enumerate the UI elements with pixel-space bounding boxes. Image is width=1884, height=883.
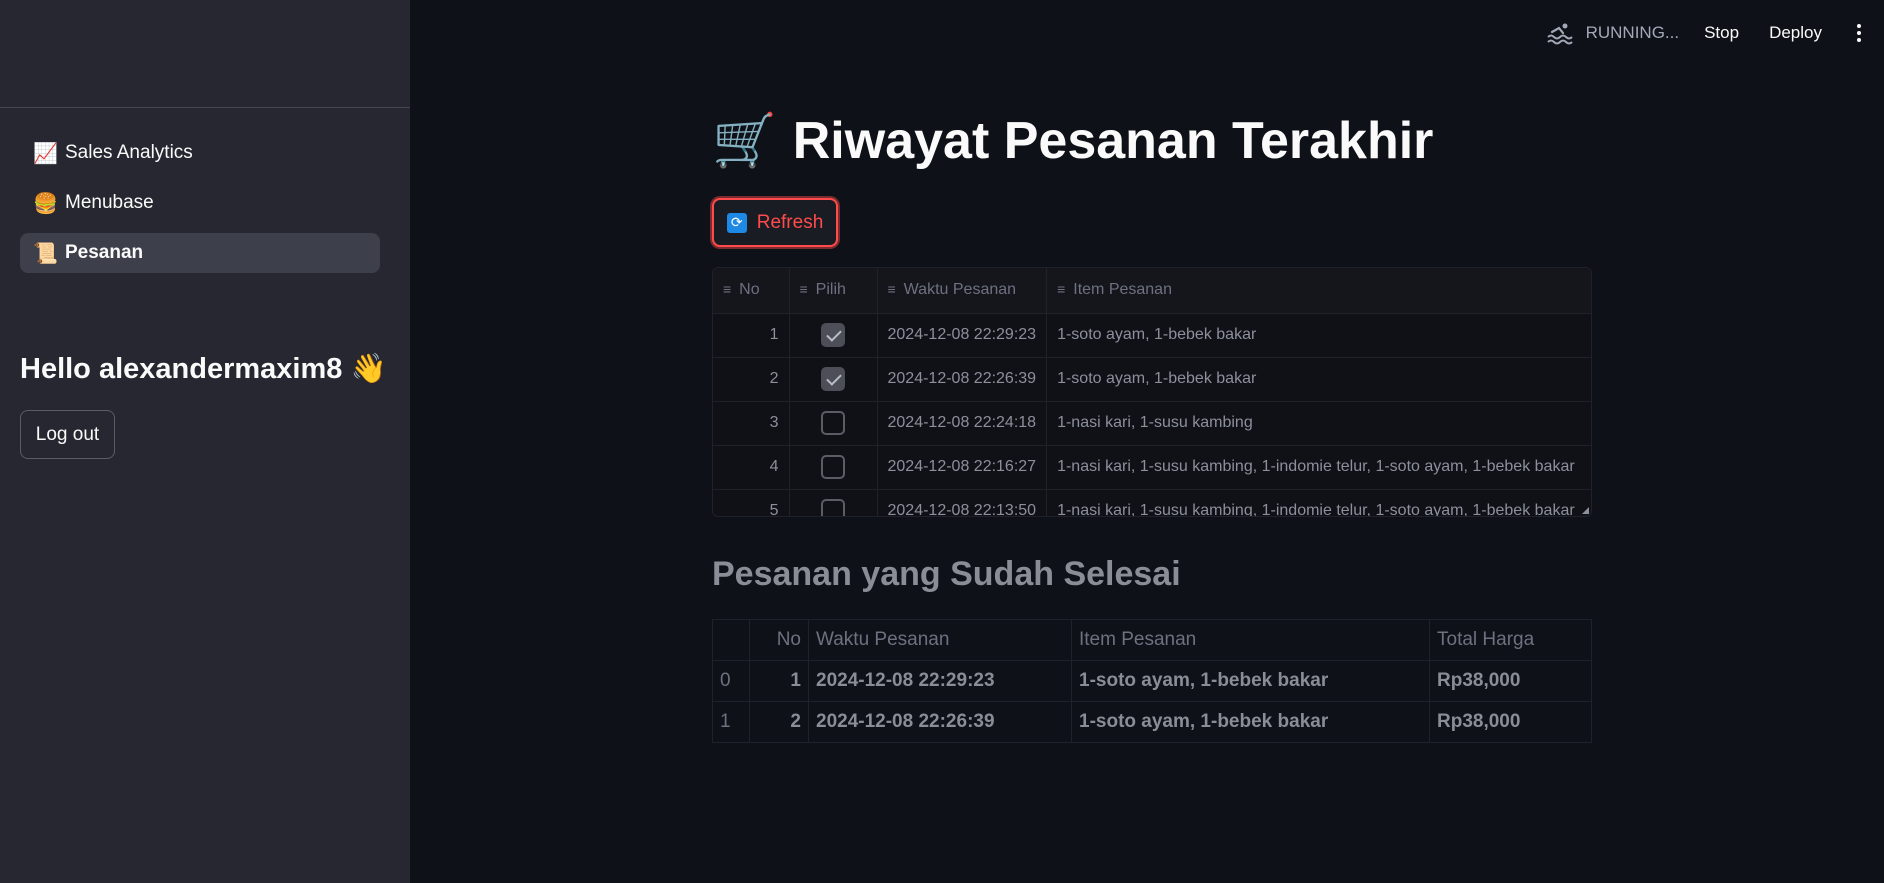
- sidebar-item-pesanan[interactable]: 📜 Pesanan: [20, 233, 380, 273]
- cell-waktu: 2024-12-08 22:26:39: [808, 701, 1072, 743]
- stop-button[interactable]: Stop: [1704, 23, 1739, 43]
- cell-pilih: [789, 401, 878, 446]
- cell-total: Rp38,000: [1429, 701, 1592, 743]
- cell-waktu[interactable]: 2024-12-08 22:16:27: [877, 445, 1048, 490]
- page-title-text: Riwayat Pesanan Terakhir: [792, 111, 1434, 170]
- greeting-heading: Hello alexandermaxim8 👋: [20, 353, 387, 385]
- sidebar-divider: [0, 107, 410, 108]
- column-header-no: No: [749, 619, 809, 661]
- cell-waktu[interactable]: 2024-12-08 22:26:39: [877, 357, 1048, 402]
- cell-no[interactable]: 2: [713, 357, 790, 402]
- swimmer-icon: [1546, 23, 1573, 45]
- sidebar-item-label: Menubase: [65, 192, 154, 213]
- select-checkbox[interactable]: [821, 367, 845, 391]
- sidebar: 📈 Sales Analytics 🍔 Menubase 📜 Pesanan H…: [0, 0, 410, 883]
- running-status: RUNNING...: [1585, 23, 1680, 42]
- column-header-index: [712, 619, 750, 661]
- table-row: 3 2024-12-08 22:24:18 1-nasi kari, 1-sus…: [713, 401, 1591, 446]
- completed-orders-table: No Waktu Pesanan Item Pesanan Total Harg…: [712, 619, 1592, 743]
- logout-button[interactable]: Log out: [20, 410, 115, 459]
- scroll-icon: 📜: [33, 242, 58, 265]
- edit-column-icon: ≡: [799, 281, 808, 298]
- column-header-total: Total Harga: [1429, 619, 1592, 661]
- cell-no: 2: [749, 701, 809, 743]
- select-checkbox[interactable]: [821, 411, 845, 435]
- shopping-cart-icon: 🛒: [712, 112, 777, 170]
- cell-index: 0: [712, 660, 750, 702]
- resize-handle[interactable]: [1582, 507, 1589, 514]
- sidebar-nav: 📈 Sales Analytics 🍔 Menubase 📜 Pesanan: [20, 133, 380, 283]
- cell-pilih: [789, 313, 878, 358]
- cell-pilih: [789, 445, 878, 490]
- cell-no: 1: [749, 660, 809, 702]
- cell-item[interactable]: 1-soto ayam, 1-bebek bakar: [1046, 313, 1591, 358]
- cell-item[interactable]: 1-soto ayam, 1-bebek bakar: [1046, 357, 1591, 402]
- orders-data-editor[interactable]: ≡ No ≡ Pilih ≡ Waktu Pesanan ≡ Item Pesanan …: [712, 267, 1592, 517]
- section-title-done: Pesanan yang Sudah Selesai: [712, 555, 1181, 593]
- cell-waktu[interactable]: 2024-12-08 22:13:50: [877, 489, 1048, 516]
- column-header-no[interactable]: ≡ No: [713, 268, 790, 314]
- sidebar-item-menubase[interactable]: 🍔 Menubase: [20, 183, 380, 223]
- table-row: 1 2 2024-12-08 22:26:39 1-soto ayam, 1-b…: [712, 701, 1592, 743]
- table-row: 1 2024-12-08 22:29:23 1-soto ayam, 1-beb…: [713, 313, 1591, 358]
- edit-column-icon: ≡: [723, 281, 732, 298]
- sidebar-item-sales-analytics[interactable]: 📈 Sales Analytics: [20, 133, 380, 173]
- chart-increasing-icon: 📈: [33, 142, 58, 165]
- cell-waktu: 2024-12-08 22:29:23: [808, 660, 1072, 702]
- cell-pilih: [789, 489, 878, 516]
- cell-item[interactable]: 1-nasi kari, 1-susu kambing, 1-indomie t…: [1046, 489, 1591, 516]
- cell-item[interactable]: 1-nasi kari, 1-susu kambing, 1-indomie t…: [1046, 445, 1591, 490]
- cell-item: 1-soto ayam, 1-bebek bakar: [1071, 660, 1430, 702]
- cell-item[interactable]: 1-nasi kari, 1-susu kambing: [1046, 401, 1591, 446]
- column-header-item: Item Pesanan: [1071, 619, 1430, 661]
- column-header-waktu: Waktu Pesanan: [808, 619, 1072, 661]
- sidebar-item-label: Sales Analytics: [65, 142, 193, 163]
- deploy-button[interactable]: Deploy: [1769, 23, 1822, 43]
- table-row: 4 2024-12-08 22:16:27 1-nasi kari, 1-sus…: [713, 445, 1591, 490]
- column-header-pilih[interactable]: ≡ Pilih: [789, 268, 878, 314]
- cell-no[interactable]: 1: [713, 313, 790, 358]
- hamburger-icon: 🍔: [33, 192, 58, 215]
- column-header-item[interactable]: ≡ Item Pesanan: [1046, 268, 1591, 314]
- cell-no[interactable]: 5: [713, 489, 790, 516]
- refresh-button[interactable]: ⟳ Refresh: [712, 198, 838, 247]
- select-checkbox[interactable]: [821, 499, 845, 516]
- table-row: 0 1 2024-12-08 22:29:23 1-soto ayam, 1-b…: [712, 660, 1592, 702]
- refresh-label: Refresh: [756, 211, 824, 233]
- column-header-waktu[interactable]: ≡ Waktu Pesanan: [877, 268, 1048, 314]
- refresh-icon: ⟳: [726, 212, 747, 233]
- cell-total: Rp38,000: [1429, 660, 1592, 702]
- edit-column-icon: ≡: [1057, 281, 1066, 298]
- cell-index: 1: [712, 701, 750, 743]
- cell-item: 1-soto ayam, 1-bebek bakar: [1071, 701, 1430, 743]
- sidebar-item-label: Pesanan: [65, 242, 144, 263]
- select-checkbox[interactable]: [821, 323, 845, 347]
- page-title: 🛒 Riwayat Pesanan Terakhir: [712, 110, 1433, 171]
- cell-pilih: [789, 357, 878, 402]
- table-row: 2 2024-12-08 22:26:39 1-soto ayam, 1-beb…: [713, 357, 1591, 402]
- table-row: 5 2024-12-08 22:13:50 1-nasi kari, 1-sus…: [713, 489, 1591, 516]
- app-header: RUNNING... Stop Deploy: [1546, 18, 1866, 48]
- cell-waktu[interactable]: 2024-12-08 22:24:18: [877, 401, 1048, 446]
- main-menu-icon[interactable]: [1852, 24, 1866, 42]
- cell-waktu[interactable]: 2024-12-08 22:29:23: [877, 313, 1048, 358]
- cell-no[interactable]: 3: [713, 401, 790, 446]
- edit-column-icon: ≡: [887, 281, 896, 298]
- select-checkbox[interactable]: [821, 455, 845, 479]
- cell-no[interactable]: 4: [713, 445, 790, 490]
